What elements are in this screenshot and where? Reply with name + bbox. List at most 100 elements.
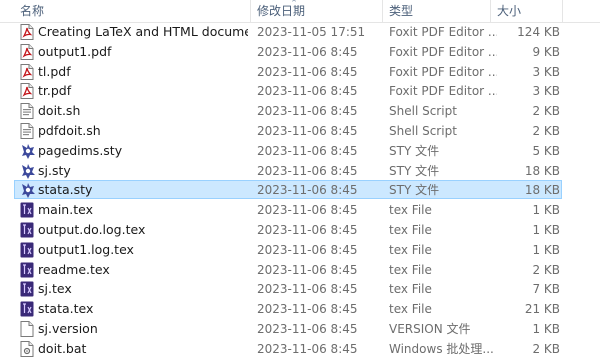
sty-file-icon <box>20 143 35 159</box>
tex-file-icon <box>20 281 34 297</box>
file-size: 7 KB <box>532 282 560 297</box>
file-name: pagedims.sty <box>38 142 123 158</box>
file-size: 1 KB <box>532 242 560 257</box>
file-type: STY 文件 <box>389 163 440 178</box>
file-name: output1.pdf <box>38 43 112 59</box>
column-header-name[interactable]: 名称 <box>20 0 44 22</box>
file-size: 18 KB <box>524 163 560 178</box>
shell-script-icon <box>20 123 34 139</box>
file-name: output.do.log.tex <box>38 222 146 237</box>
column-divider[interactable] <box>382 0 383 22</box>
file-modified-date: 2023-11-06 8:45 <box>257 143 358 158</box>
tex-file-icon <box>20 242 34 258</box>
file-modified-date: 2023-11-06 8:45 <box>257 44 358 59</box>
file-modified-date: 2023-11-06 8:45 <box>257 282 358 297</box>
file-row[interactable]: doit.sh 2023-11-06 8:45 Shell Script 2 KB <box>0 101 600 121</box>
file-size: 3 KB <box>532 84 560 99</box>
file-row[interactable]: stata.tex 2023-11-06 8:45 tex File 21 KB <box>0 299 600 319</box>
pdf-file-icon <box>20 83 34 100</box>
column-divider[interactable] <box>490 0 491 22</box>
file-size: 5 KB <box>532 143 560 158</box>
file-modified-date: 2023-11-06 8:45 <box>257 242 358 257</box>
file-size: 124 KB <box>517 25 560 39</box>
file-row[interactable]: Creating LaTeX and HTML document... 2023-… <box>0 22 600 42</box>
file-name: sj.tex <box>38 281 72 297</box>
file-type: tex File <box>389 282 432 297</box>
file-type: tex File <box>389 203 432 218</box>
shell-script-icon <box>20 103 34 120</box>
file-row[interactable]: pdfdoit.sh 2023-11-06 8:45 Shell Script 2 K… <box>0 121 600 141</box>
file-type: Shell Script <box>389 124 457 138</box>
pdf-file-icon <box>20 63 34 80</box>
file-row[interactable]: doit.bat 2023-11-06 8:45 Windows 批处理... 2 K… <box>0 339 600 359</box>
file-row[interactable]: sj.tex 2023-11-06 8:45 tex File 7 KB <box>0 279 600 299</box>
file-type: Foxit PDF Editor ... <box>389 25 497 39</box>
file-modified-date: 2023-11-06 8:45 <box>257 203 358 218</box>
file-modified-date: 2023-11-06 8:45 <box>257 124 358 138</box>
tex-file-icon <box>20 301 34 317</box>
file-name: stata.sty <box>38 182 93 198</box>
file-modified-date: 2023-11-06 8:45 <box>257 104 358 119</box>
file-type: Shell Script <box>389 104 457 119</box>
file-size: 1 KB <box>532 223 560 237</box>
file-row[interactable]: sj.sty 2023-11-06 8:45 STY 文件 18 KB <box>0 161 600 181</box>
file-modified-date: 2023-11-06 8:45 <box>257 302 358 317</box>
file-row[interactable]: stata.sty 2023-11-06 8:45 STY 文件 18 KB <box>0 180 600 200</box>
file-size: 9 KB <box>532 44 560 59</box>
column-header-bar: 名称 ⌃ 修改日期 类型 大小 <box>0 0 600 23</box>
file-size: 2 KB <box>532 124 560 138</box>
file-row[interactable]: tr.pdf 2023-11-06 8:45 Foxit PDF Editor ..… <box>0 81 600 101</box>
file-type: STY 文件 <box>389 143 440 158</box>
file-row[interactable]: output1.log.tex 2023-11-06 8:45 tex File 1 … <box>0 240 600 260</box>
file-name: output1.log.tex <box>38 241 134 257</box>
pdf-file-icon <box>20 43 34 60</box>
column-divider[interactable] <box>562 0 563 22</box>
file-row[interactable]: readme.tex 2023-11-06 8:45 tex File 2 KB <box>0 260 600 280</box>
file-row[interactable]: output.do.log.tex 2023-11-06 8:45 tex File… <box>0 220 600 240</box>
file-type: Foxit PDF Editor ... <box>389 84 497 99</box>
file-type: tex File <box>389 223 432 237</box>
file-row[interactable]: sj.version 2023-11-06 8:45 VERSION 文件 1 KB <box>0 319 600 339</box>
file-type: STY 文件 <box>389 183 440 198</box>
file-size: 1 KB <box>532 203 560 218</box>
file-size: 2 KB <box>532 104 560 119</box>
column-header-type[interactable]: 类型 <box>389 0 413 22</box>
file-row[interactable]: main.tex 2023-11-06 8:45 tex File 1 KB <box>0 200 600 220</box>
file-size: 2 KB <box>532 341 560 356</box>
file-type: tex File <box>389 302 432 317</box>
file-row[interactable]: pagedims.sty 2023-11-06 8:45 STY 文件 5 KB <box>0 141 600 161</box>
file-modified-date: 2023-11-06 8:45 <box>257 262 358 277</box>
file-type: Foxit PDF Editor ... <box>389 44 497 59</box>
column-header-modified[interactable]: 修改日期 <box>257 0 305 22</box>
file-name: Creating LaTeX and HTML document... <box>38 24 248 39</box>
sty-file-icon <box>20 182 35 199</box>
file-modified-date: 2023-11-06 8:45 <box>257 64 358 79</box>
batch-file-icon <box>20 340 34 357</box>
file-name: doit.sh <box>38 103 81 119</box>
file-name: tl.pdf <box>38 63 71 79</box>
file-name: tr.pdf <box>38 83 72 99</box>
file-row[interactable]: output1.pdf 2023-11-06 8:45 Foxit PDF Edit… <box>0 42 600 62</box>
column-divider[interactable] <box>250 0 251 22</box>
pdf-file-icon <box>20 24 34 40</box>
tex-file-icon <box>20 202 34 218</box>
file-type: tex File <box>389 262 432 277</box>
file-row[interactable]: tl.pdf 2023-11-06 8:45 Foxit PDF Editor ..… <box>0 62 600 82</box>
file-size: 21 KB <box>524 302 560 317</box>
file-size: 1 KB <box>532 322 560 336</box>
tex-file-icon <box>20 222 34 238</box>
generic-file-icon <box>20 321 34 337</box>
file-name: stata.tex <box>38 301 94 317</box>
file-size: 2 KB <box>532 262 560 277</box>
file-type: Foxit PDF Editor ... <box>389 64 497 79</box>
file-name: sj.version <box>38 321 98 336</box>
file-modified-date: 2023-11-06 8:45 <box>257 322 358 336</box>
file-modified-date: 2023-11-06 8:45 <box>257 341 358 356</box>
file-name: main.tex <box>38 202 93 218</box>
file-name: doit.bat <box>38 340 87 356</box>
column-header-size[interactable]: 大小 <box>497 0 521 22</box>
file-modified-date: 2023-11-05 17:51 <box>257 25 366 39</box>
file-modified-date: 2023-11-06 8:45 <box>257 183 358 198</box>
file-type: VERSION 文件 <box>389 322 471 336</box>
file-modified-date: 2023-11-06 8:45 <box>257 163 358 178</box>
